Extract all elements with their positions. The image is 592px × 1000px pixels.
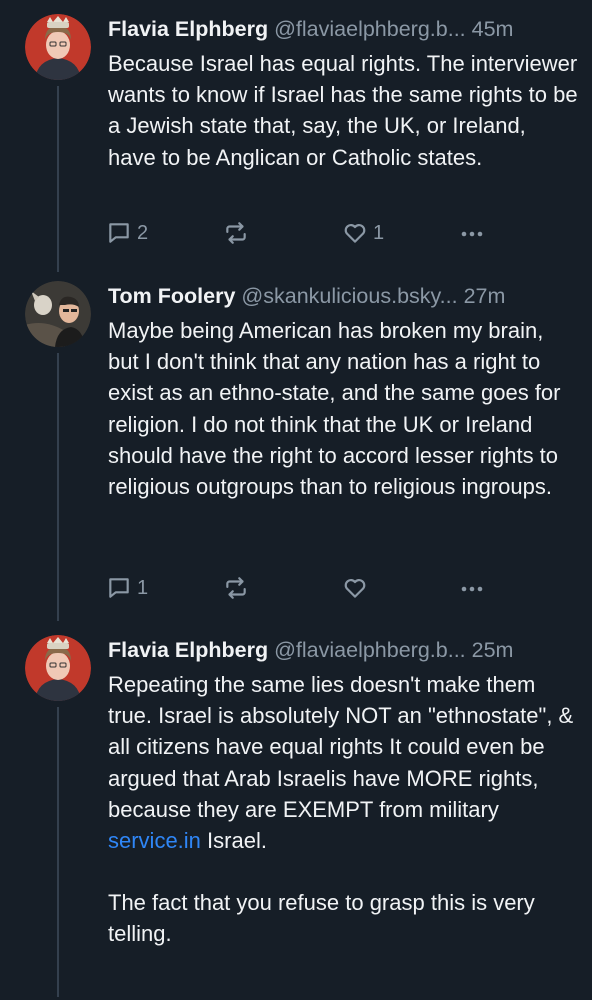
like-count: 1 [373,221,385,244]
post-actions: 1 [106,573,492,603]
ellipsis-icon [461,586,483,592]
post-header: Tom Foolery @skankulicious.bsky... 27m [108,281,578,311]
post[interactable]: Flavia Elphberg @flaviaelphberg.b... 25m… [0,635,592,1000]
speech-bubble-icon [109,223,129,243]
post-text-lead: Repeating the same lies doesn't make the… [108,672,574,822]
speech-bubble-icon [109,578,129,598]
author-name[interactable]: Tom Foolery [108,284,235,308]
post-time[interactable]: 27m [464,284,506,308]
post-time[interactable]: 45m [472,17,514,41]
post[interactable]: Tom Foolery @skankulicious.bsky... 27m M… [0,281,592,621]
repost-button[interactable] [223,573,254,603]
crowned-woman-avatar [25,14,91,80]
repost-arrows-icon [226,577,246,599]
more-options-button[interactable] [458,218,486,248]
avatar[interactable] [25,281,91,347]
crowned-woman-avatar [25,635,91,701]
reply-button[interactable]: 2 [106,218,148,248]
post-paragraph: Because Israel has equal rights. The int… [108,51,578,170]
avatar[interactable] [25,635,91,701]
two-figures-avatar [25,281,91,347]
author-handle[interactable]: @skankulicious.bsky... [241,284,457,308]
author-name[interactable]: Flavia Elphberg [108,638,268,662]
like-button[interactable]: 1 [342,218,384,248]
repost-button[interactable] [223,218,254,248]
thread-connector [57,353,59,621]
heart-icon [344,579,366,598]
post[interactable]: Flavia Elphberg @flaviaelphberg.b... 45m… [0,14,592,272]
more-options-button[interactable] [458,573,486,603]
author-handle[interactable]: @flaviaelphberg.b... [274,638,466,662]
post-text-tail: Israel. [200,828,267,854]
thread-connector [57,86,59,272]
post-paragraph: The fact that you refuse to grasp this i… [108,890,535,947]
heart-icon [344,224,366,243]
ellipsis-icon [461,231,483,237]
reply-count: 2 [137,221,149,244]
thread-connector [57,707,59,997]
post-text: Repeating the same lies doesn't make the… [108,669,578,950]
post-link[interactable]: service.in [108,828,201,853]
post-paragraph: Repeating the same lies doesn't make the… [108,669,578,856]
post-header: Flavia Elphberg @flaviaelphberg.b... 25m [108,635,578,665]
author-name[interactable]: Flavia Elphberg [108,17,268,41]
post-paragraph: Maybe being American has broken my brain… [108,318,561,500]
reply-count: 1 [137,576,149,599]
avatar[interactable] [25,14,91,80]
author-handle[interactable]: @flaviaelphberg.b... [274,17,466,41]
post-text: Because Israel has equal rights. The int… [108,48,578,173]
post-actions: 2 1 [106,218,492,248]
reply-button[interactable]: 1 [106,573,148,603]
post-time[interactable]: 25m [472,638,514,662]
post-header: Flavia Elphberg @flaviaelphberg.b... 45m [108,14,578,44]
post-text: Maybe being American has broken my brain… [108,315,578,502]
like-button[interactable] [342,573,373,603]
thread-feed: Flavia Elphberg @flaviaelphberg.b... 45m… [0,0,592,1000]
repost-arrows-icon [226,222,246,244]
